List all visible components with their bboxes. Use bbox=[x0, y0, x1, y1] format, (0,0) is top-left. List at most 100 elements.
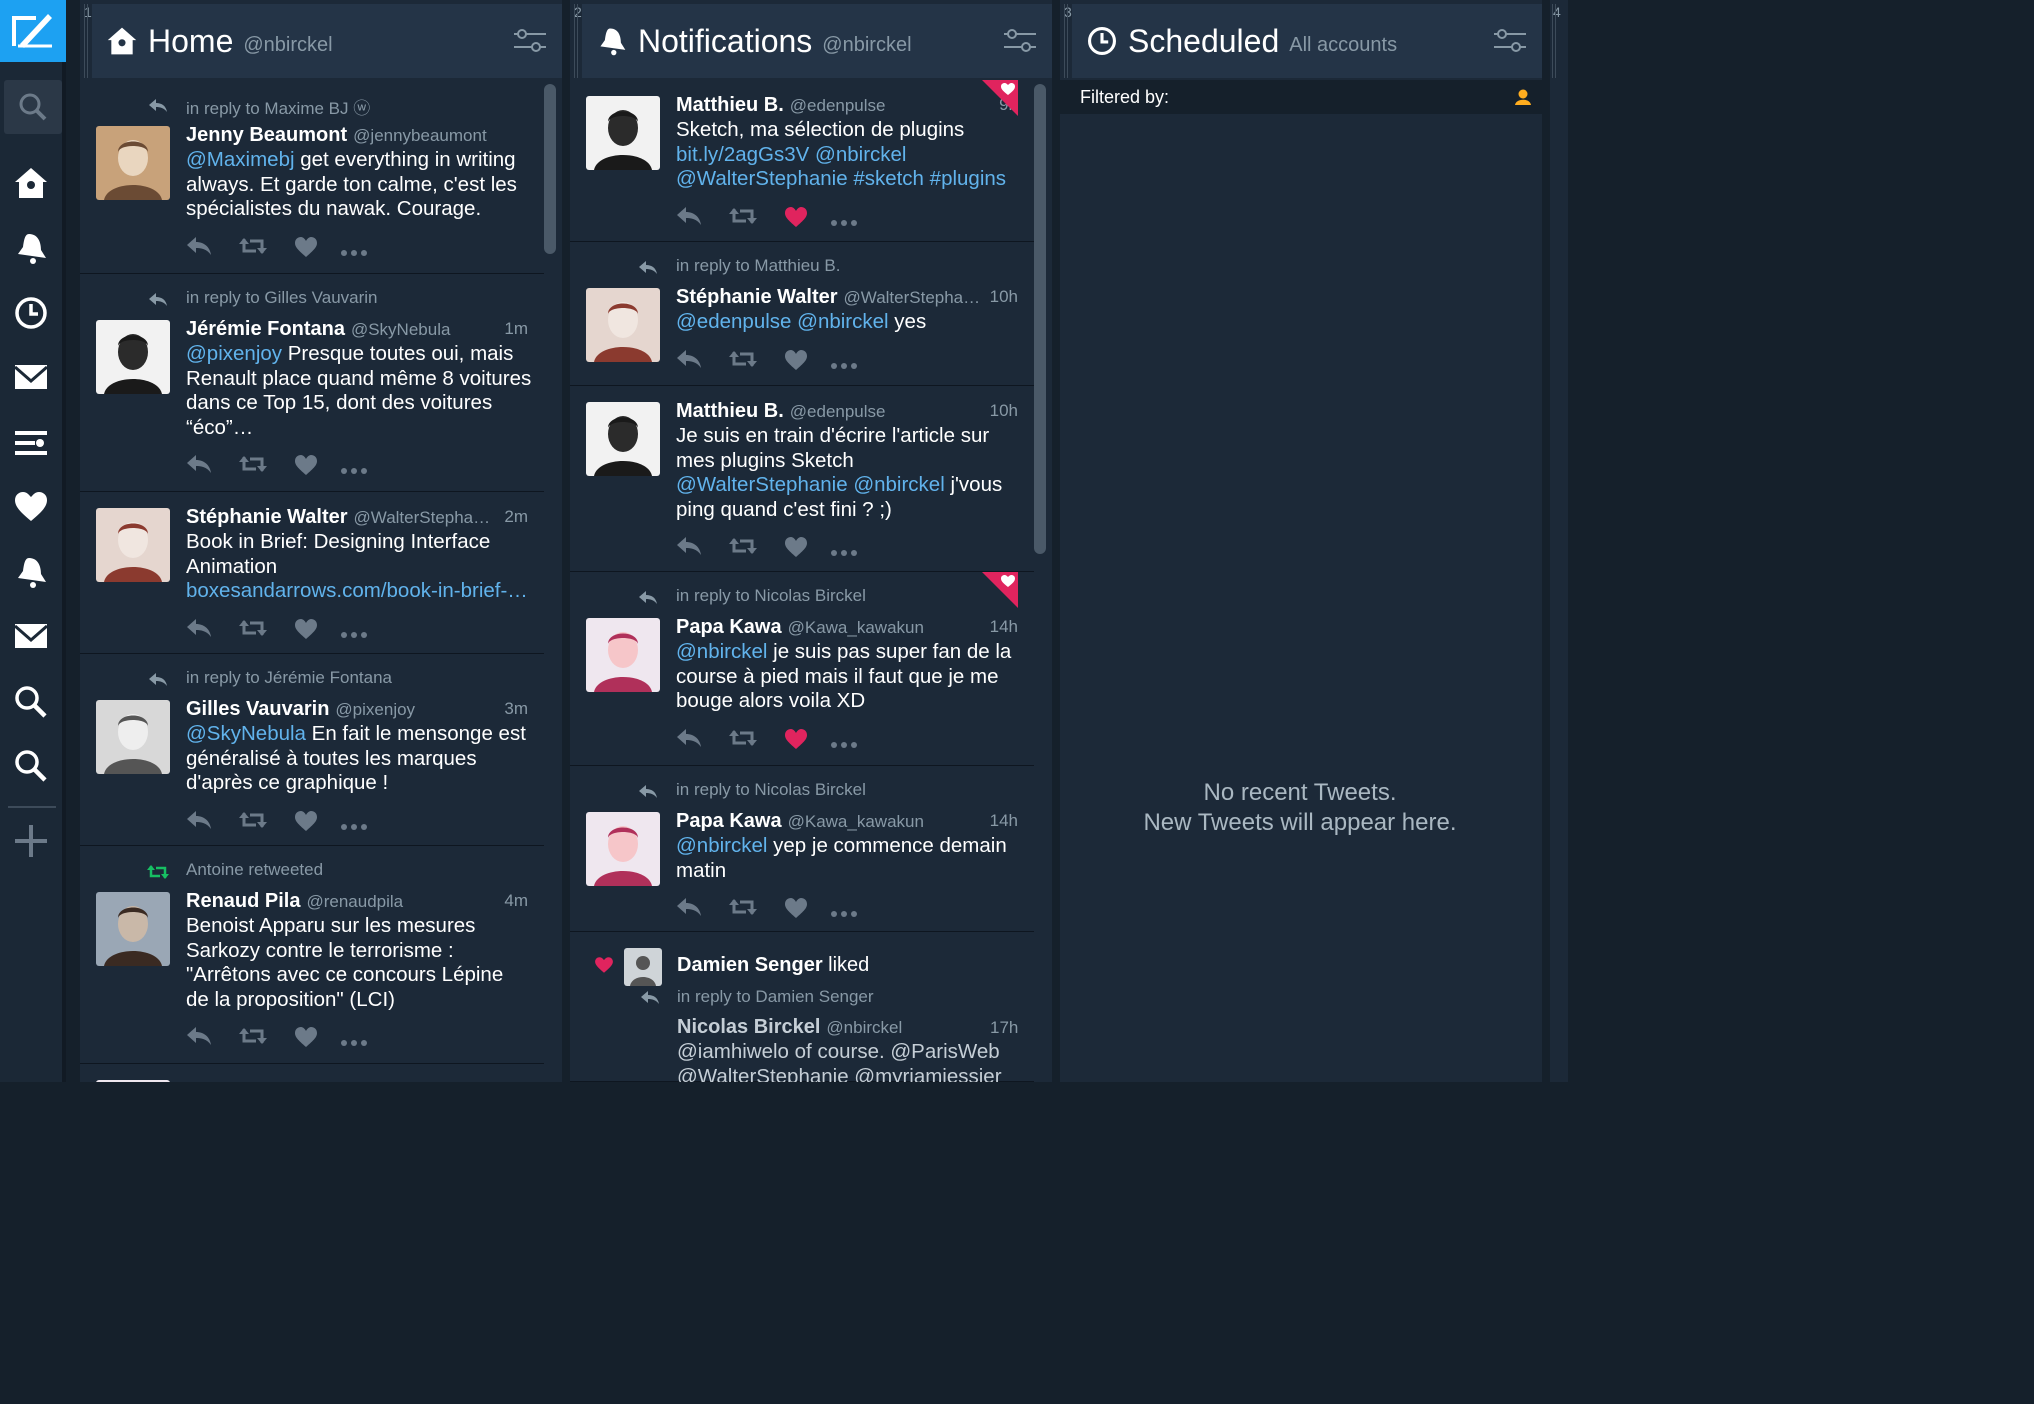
avatar[interactable] bbox=[96, 892, 170, 966]
nav-messages-2-button[interactable] bbox=[8, 613, 54, 659]
more-button[interactable] bbox=[830, 905, 858, 923]
timestamp[interactable]: 10h bbox=[990, 287, 1018, 307]
timestamp[interactable]: 3m bbox=[504, 699, 528, 719]
add-column-button[interactable] bbox=[8, 818, 54, 864]
avatar[interactable] bbox=[96, 320, 170, 394]
tweet-link[interactable]: @nbirckel bbox=[676, 834, 767, 857]
settings-sliders-icon[interactable] bbox=[1004, 29, 1036, 53]
timestamp[interactable]: 14h bbox=[990, 811, 1018, 831]
author-name[interactable]: Stéphanie Walter @WalterStepha… bbox=[186, 506, 490, 529]
author-name[interactable]: Maxime BJ ⓦ@Maximebj bbox=[186, 1078, 412, 1082]
reply-button[interactable] bbox=[186, 454, 212, 479]
like-button[interactable] bbox=[784, 897, 808, 924]
nav-notifications-button[interactable] bbox=[8, 225, 54, 271]
nav-messages-button[interactable] bbox=[8, 354, 54, 400]
avatar[interactable] bbox=[586, 812, 660, 886]
author-name[interactable]: Jérémie Fontana @SkyNebula bbox=[186, 318, 450, 341]
author-name[interactable]: Jenny Beaumont @jennybeaumont bbox=[186, 124, 487, 147]
retweet-context[interactable]: Antoine retweeted bbox=[186, 860, 323, 880]
compose-button[interactable] bbox=[0, 0, 66, 62]
retweet-button[interactable] bbox=[238, 454, 268, 479]
reply-context[interactable]: in reply to Nicolas Birckel bbox=[676, 586, 866, 606]
user-icon[interactable] bbox=[1514, 88, 1532, 106]
liker-name[interactable]: Damien Senger bbox=[677, 954, 823, 976]
like-button[interactable] bbox=[294, 810, 318, 837]
avatar[interactable] bbox=[96, 508, 170, 582]
reply-button[interactable] bbox=[186, 1026, 212, 1051]
reply-context[interactable]: in reply to Jérémie Fontana bbox=[186, 668, 392, 688]
timestamp[interactable]: 14h bbox=[990, 617, 1018, 637]
author-display-name[interactable]: Stéphanie Walter bbox=[676, 286, 838, 308]
author-display-name[interactable]: Gilles Vauvarin bbox=[186, 698, 329, 720]
retweet-button[interactable] bbox=[728, 206, 758, 231]
reply-button[interactable] bbox=[676, 897, 702, 922]
scrollbar[interactable] bbox=[1034, 84, 1046, 554]
author-name[interactable]: Papa Kawa @Kawa_kawakun bbox=[676, 810, 924, 833]
author-display-name[interactable]: Matthieu B. bbox=[676, 94, 784, 116]
author-name[interactable]: Stéphanie Walter @WalterStepha… bbox=[676, 286, 980, 309]
tweet[interactable]: Stéphanie Walter @WalterStepha… 2m Book in … bbox=[80, 492, 544, 654]
avatar[interactable] bbox=[586, 96, 660, 170]
avatar[interactable] bbox=[586, 402, 660, 476]
avatar[interactable] bbox=[96, 700, 170, 774]
retweet-button[interactable] bbox=[238, 810, 268, 835]
nav-search-2-button[interactable] bbox=[8, 743, 54, 789]
author-display-name[interactable]: Matthieu B. bbox=[676, 400, 784, 422]
more-button[interactable] bbox=[340, 244, 368, 262]
avatar[interactable] bbox=[586, 618, 660, 692]
reply-button[interactable] bbox=[186, 810, 212, 835]
author-name[interactable]: Renaud Pila @renaudpila bbox=[186, 890, 403, 913]
tweet-link[interactable]: @nbirckel bbox=[797, 310, 888, 333]
avatar[interactable] bbox=[586, 288, 660, 362]
more-button[interactable] bbox=[830, 544, 858, 562]
nav-scheduled-button[interactable] bbox=[8, 290, 54, 336]
scrollbar[interactable] bbox=[544, 84, 556, 254]
tweet-link[interactable]: @nbirckel bbox=[676, 640, 767, 663]
author-display-name[interactable]: Jenny Beaumont bbox=[186, 124, 347, 146]
author-display-name[interactable]: Stéphanie Walter bbox=[186, 506, 348, 528]
tweet-link[interactable]: bit.ly/2agGs3V bbox=[676, 143, 809, 166]
tweet[interactable]: in reply to Nicolas Birckel Papa Kawa @Kaw… bbox=[570, 572, 1034, 766]
more-button[interactable] bbox=[830, 214, 858, 232]
tweet-link[interactable]: @Maximebj bbox=[186, 148, 295, 171]
like-button[interactable] bbox=[784, 206, 808, 233]
tweet-link[interactable]: #sketch bbox=[853, 167, 924, 190]
tweet[interactable]: in reply to Jérémie Fontana Gilles Vauvar… bbox=[80, 654, 544, 846]
timestamp[interactable]: 4m bbox=[504, 1079, 528, 1082]
settings-sliders-icon[interactable] bbox=[1494, 29, 1526, 53]
retweet-button[interactable] bbox=[728, 897, 758, 922]
tweet[interactable]: Maxime BJ ⓦ@Maximebj 4m bbox=[80, 1064, 544, 1082]
timestamp[interactable]: 1m bbox=[504, 319, 528, 339]
reply-button[interactable] bbox=[186, 236, 212, 261]
author-name[interactable]: Matthieu B. @edenpulse bbox=[676, 400, 886, 423]
reply-button[interactable] bbox=[676, 349, 702, 374]
tweet[interactable]: Matthieu B. @edenpulse 9h Sketch, ma sélect… bbox=[570, 80, 1034, 242]
like-button[interactable] bbox=[294, 1026, 318, 1053]
tweet[interactable]: in reply to Maxime BJ ⓦ Jenny Beaumont @je… bbox=[80, 80, 544, 274]
more-button[interactable] bbox=[830, 357, 858, 375]
like-notification[interactable]: Damien Senger liked in reply to Damien S… bbox=[570, 932, 1034, 1082]
like-button[interactable] bbox=[784, 728, 808, 755]
reply-context[interactable]: in reply to Maxime BJ ⓦ bbox=[186, 94, 370, 119]
tweet[interactable]: Antoine retweeted Renaud Pila @renaudpila 4… bbox=[80, 846, 544, 1064]
tweet-link[interactable]: @SkyNebula bbox=[186, 722, 306, 745]
tweet[interactable]: in reply to Nicolas Birckel Papa Kawa @Kaw… bbox=[570, 766, 1034, 932]
reply-context[interactable]: in reply to Damien Senger bbox=[677, 987, 874, 1007]
retweet-button[interactable] bbox=[238, 1026, 268, 1051]
reply-context[interactable]: in reply to Matthieu B. bbox=[676, 256, 840, 276]
reply-button[interactable] bbox=[676, 206, 702, 231]
reply-button[interactable] bbox=[186, 618, 212, 643]
retweet-button[interactable] bbox=[238, 618, 268, 643]
nav-activity-button[interactable] bbox=[8, 549, 54, 595]
retweet-button[interactable] bbox=[728, 728, 758, 753]
author-name[interactable]: Nicolas Birckel @nbirckel bbox=[677, 1016, 902, 1039]
more-button[interactable] bbox=[830, 736, 858, 754]
nav-likes-button[interactable] bbox=[8, 484, 54, 530]
settings-sliders-icon[interactable] bbox=[514, 29, 546, 53]
search-button[interactable] bbox=[4, 80, 62, 134]
more-button[interactable] bbox=[340, 1034, 368, 1052]
timestamp[interactable]: 17h bbox=[990, 1018, 1018, 1038]
like-button[interactable] bbox=[784, 536, 808, 563]
like-button[interactable] bbox=[294, 618, 318, 645]
tweet-link[interactable]: @edenpulse bbox=[676, 310, 791, 333]
